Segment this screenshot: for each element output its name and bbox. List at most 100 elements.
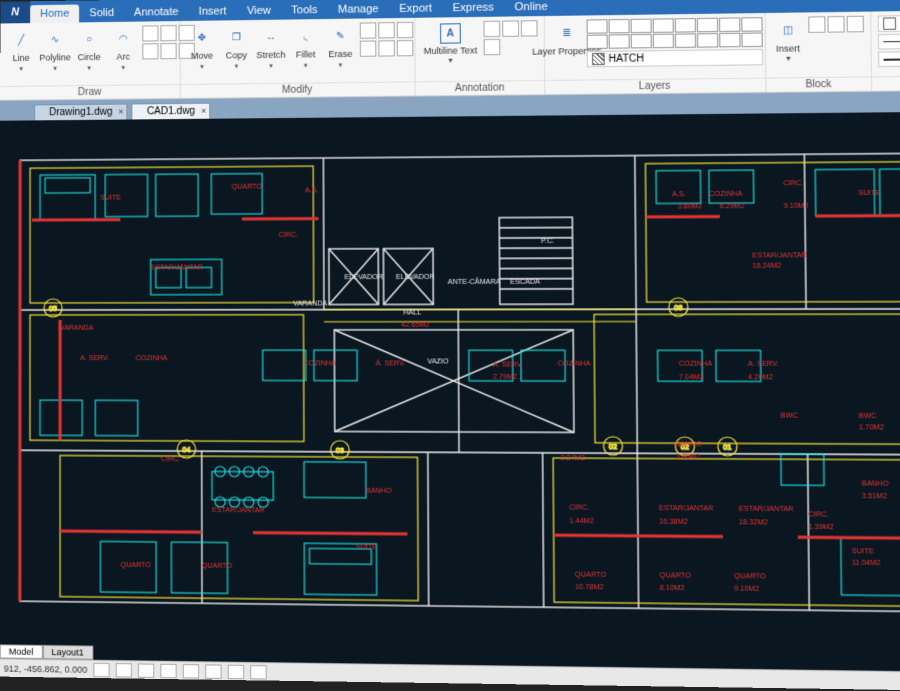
modify-erase-button[interactable]: ✎Erase▾ bbox=[325, 23, 356, 72]
layer-cell[interactable] bbox=[719, 17, 740, 32]
svg-text:02: 02 bbox=[609, 444, 617, 451]
fillet-icon: ◟ bbox=[294, 25, 317, 47]
room-label: BANHO bbox=[675, 441, 702, 448]
menu-tab-tools[interactable]: Tools bbox=[281, 1, 328, 20]
close-tab-icon[interactable]: × bbox=[118, 107, 123, 117]
layer-cell[interactable] bbox=[675, 33, 696, 48]
dropdown-icon: ▾ bbox=[53, 64, 57, 72]
layer-cell[interactable] bbox=[609, 34, 630, 49]
area-label: 7.04M2 bbox=[679, 374, 704, 381]
layer-cell[interactable] bbox=[630, 19, 651, 34]
dim-aligned-button[interactable] bbox=[502, 20, 519, 36]
modify-mini-button[interactable] bbox=[378, 40, 395, 56]
modify-stretch-button[interactable]: ↔Stretch▾ bbox=[256, 24, 287, 73]
multiline-text-button[interactable]: A Multiline Text ▼ bbox=[421, 21, 479, 67]
dropdown-icon: ▼ bbox=[447, 58, 454, 65]
block-create-button[interactable] bbox=[808, 16, 825, 33]
area-label: 1.70M2 bbox=[859, 424, 884, 431]
close-tab-icon[interactable]: × bbox=[201, 106, 206, 116]
draw-mini-button[interactable] bbox=[142, 43, 158, 59]
draw-mini-button[interactable] bbox=[160, 25, 176, 41]
layout-tab-model[interactable]: Model bbox=[0, 644, 42, 659]
svg-text:06: 06 bbox=[674, 305, 682, 312]
modify-mini-button[interactable] bbox=[360, 40, 376, 56]
draw-line-button[interactable]: ╱Line▾ bbox=[6, 27, 36, 75]
draw-mini-button[interactable] bbox=[160, 43, 176, 59]
dropdown-icon: ▾ bbox=[304, 61, 308, 69]
layer-cell[interactable] bbox=[586, 19, 607, 34]
menu-tab-export[interactable]: Export bbox=[389, 0, 442, 18]
layer-cell[interactable] bbox=[675, 18, 696, 33]
common-area-label: HALL bbox=[403, 309, 421, 316]
osnap-toggle[interactable] bbox=[183, 664, 199, 678]
menu-tab-manage[interactable]: Manage bbox=[328, 0, 389, 19]
otrack-toggle[interactable] bbox=[205, 664, 221, 679]
layer-cell[interactable] bbox=[653, 34, 674, 49]
modify-copy-button[interactable]: ❐Copy▾ bbox=[221, 24, 252, 72]
modify-fillet-button[interactable]: ◟Fillet▾ bbox=[290, 23, 321, 72]
modify-move-button[interactable]: ✥Move▾ bbox=[187, 25, 217, 73]
modify-mini-button[interactable] bbox=[397, 22, 414, 38]
menu-tab-view[interactable]: View bbox=[237, 2, 281, 21]
layer-cell[interactable] bbox=[652, 18, 673, 33]
room-label: CIRC. bbox=[279, 232, 299, 239]
polar-toggle[interactable] bbox=[160, 663, 176, 677]
lwt-toggle[interactable] bbox=[228, 664, 244, 679]
document-tab[interactable]: Drawing1.dwg× bbox=[34, 104, 128, 121]
layer-cell[interactable] bbox=[608, 19, 629, 34]
room-label: CIRC. bbox=[569, 504, 589, 511]
layout-tab-layout1[interactable]: Layout1 bbox=[42, 645, 92, 660]
drawing-canvas[interactable]: 05 02 02 01 04 03 06 bbox=[0, 112, 900, 672]
layer-cell[interactable] bbox=[719, 33, 740, 48]
menu-tab-online[interactable]: Online bbox=[504, 0, 558, 17]
lineweight-bylayer-dropdown[interactable]: ByLayer bbox=[878, 50, 900, 67]
draw-polyline-button[interactable]: ∿Polyline▾ bbox=[40, 27, 70, 75]
lineweight-icon bbox=[883, 58, 900, 60]
area-label: 2.79M2 bbox=[493, 374, 518, 381]
menu-tab-express[interactable]: Express bbox=[442, 0, 504, 17]
document-tab[interactable]: CAD1.dwg× bbox=[132, 103, 211, 120]
ortho-toggle[interactable] bbox=[138, 663, 154, 677]
menu-tab-insert[interactable]: Insert bbox=[189, 2, 237, 21]
area-label: 1.44M2 bbox=[569, 518, 594, 525]
dim-linear-button[interactable] bbox=[483, 21, 500, 37]
common-area-label: VAZIO bbox=[427, 358, 449, 365]
block-attr-button[interactable] bbox=[846, 16, 863, 33]
leader-button[interactable] bbox=[521, 20, 538, 36]
modify-mini-button[interactable] bbox=[360, 22, 376, 38]
draw-mini-button[interactable] bbox=[142, 25, 158, 41]
erase-icon: ✎ bbox=[329, 25, 352, 47]
model-toggle[interactable] bbox=[250, 665, 266, 680]
layer-cell[interactable] bbox=[697, 18, 718, 33]
block-edit-button[interactable] bbox=[827, 16, 844, 33]
table-button[interactable] bbox=[483, 39, 500, 55]
draw-circle-button[interactable]: ○Circle▾ bbox=[74, 26, 104, 74]
dropdown-icon: ▾ bbox=[121, 64, 125, 72]
svg-text:01: 01 bbox=[723, 444, 731, 451]
room-label: COZINHA bbox=[679, 361, 713, 368]
room-label: A. SERV. bbox=[493, 361, 523, 368]
linetype-bylayer-dropdown[interactable]: ByLayer bbox=[878, 33, 900, 50]
menu-tab-home[interactable]: Home bbox=[30, 5, 79, 24]
layer-cell[interactable] bbox=[631, 34, 652, 49]
room-label: QUARTO bbox=[660, 572, 692, 580]
coordinate-readout: 912, -456.862, 0.000 bbox=[4, 663, 88, 674]
layer-cell[interactable] bbox=[587, 34, 608, 49]
menu-tab-solid[interactable]: Solid bbox=[79, 4, 124, 23]
layer-cell[interactable] bbox=[741, 17, 762, 32]
insert-block-button[interactable]: ◫ Insert ▼ bbox=[772, 17, 804, 66]
layer-cell[interactable] bbox=[697, 33, 718, 48]
layer-properties-button[interactable]: ≣ Layer Properties bbox=[551, 20, 583, 59]
modify-mini-button[interactable] bbox=[397, 40, 414, 56]
line-icon: ╱ bbox=[10, 29, 32, 51]
room-label: QUARTO bbox=[232, 184, 263, 191]
layer-cell[interactable] bbox=[741, 32, 762, 47]
color-bylayer-dropdown[interactable]: ByLayer bbox=[878, 14, 900, 32]
menu-tab-annotate[interactable]: Annotate bbox=[124, 3, 189, 22]
draw-arc-button[interactable]: ◠Arc▾ bbox=[108, 26, 138, 74]
modify-mini-button[interactable] bbox=[378, 22, 395, 38]
room-label: Á. SERV. bbox=[376, 358, 406, 367]
hatch-dropdown[interactable]: HATCH bbox=[587, 49, 763, 67]
text-icon: A bbox=[440, 23, 461, 43]
area-label: 4.20M2 bbox=[748, 374, 773, 381]
